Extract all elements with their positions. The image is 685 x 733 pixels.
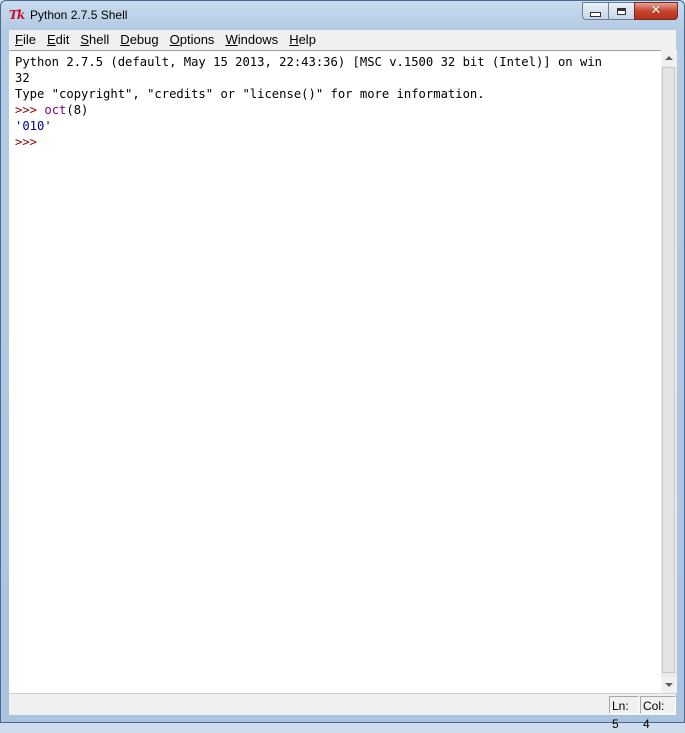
menu-edit-label: dit [55,32,70,47]
menu-options-label: ptions [179,32,215,47]
scroll-thumb[interactable] [662,67,675,673]
scroll-down-button[interactable] [661,677,677,693]
status-bar: Ln: 5 Col: 4 [9,693,676,731]
menu-help-label: elp [298,32,316,47]
info-line: Type "copyright", "credits" or "license(… [15,87,485,101]
vertical-scrollbar[interactable] [661,50,677,693]
menu-shell-label: hell [89,32,110,47]
banner-line: Python 2.7.5 (default, May 15 2013, 22:4… [15,55,602,69]
menu-shell-mnemonic: S [80,32,90,47]
line-number-status: Ln: 5 [609,696,639,731]
window-title: Python 2.7.5 Shell [30,8,128,22]
current-prompt: >>> [15,135,38,149]
minimize-button[interactable] [582,2,608,20]
arrow-up-icon [665,56,673,60]
command-builtin: oct [44,103,67,117]
menu-edit[interactable]: Edit [41,30,74,50]
menu-windows-label: indows [237,32,279,47]
arrow-down-icon [665,683,673,687]
minimize-icon [590,11,601,17]
title-bar[interactable]: Tk Python 2.7.5 Shell ✕ [1,1,684,29]
result-output: '010' [15,119,52,133]
tk-icon: Tk [9,8,25,22]
menu-edit-mnemonic: E [46,32,56,47]
menu-help-mnemonic: H [289,32,299,47]
menu-file-mnemonic: F [15,32,23,47]
prompt: >>> [15,103,45,117]
scroll-up-button[interactable] [661,50,677,66]
banner-line-wrap: 32 [15,71,30,85]
menu-bar: File Edit Shell Debug Options Windows He… [9,30,676,50]
command-args: (8) [66,103,89,117]
menu-help[interactable]: Help [283,30,321,50]
menu-file[interactable]: File [9,30,41,50]
menu-debug-label: ebug [129,32,159,47]
idle-shell-window: Tk Python 2.7.5 Shell ✕ File Edit Shell … [0,0,685,731]
window-controls: ✕ [582,2,678,21]
menu-windows-mnemonic: W [225,32,238,47]
maximize-button[interactable] [608,2,634,20]
menu-debug-mnemonic: D [120,32,130,47]
shell-text-area[interactable]: Python 2.7.5 (default, May 15 2013, 22:4… [9,50,661,693]
close-button[interactable]: ✕ [634,2,678,20]
menu-debug[interactable]: Debug [114,30,163,50]
shell-output: Python 2.7.5 (default, May 15 2013, 22:4… [15,54,602,150]
maximize-icon [617,7,626,15]
menu-windows[interactable]: Windows [219,30,283,50]
menu-options[interactable]: Options [164,30,220,50]
close-icon: ✕ [650,3,662,18]
menu-file-label: ile [22,32,36,47]
menu-options-mnemonic: O [169,32,180,47]
column-number-status: Col: 4 [640,696,676,731]
menu-shell[interactable]: Shell [74,30,114,50]
